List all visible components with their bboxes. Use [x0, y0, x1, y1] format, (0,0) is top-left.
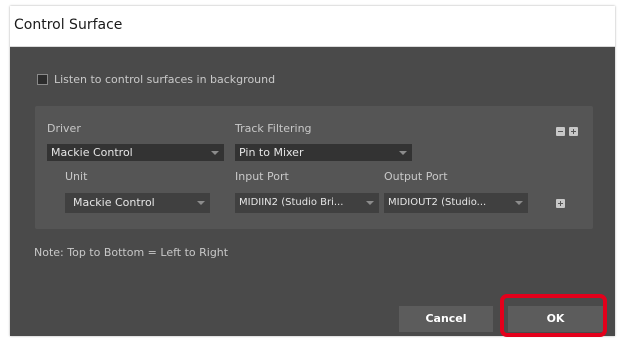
add-unit-icon[interactable] [556, 199, 565, 208]
surface-settings-panel: Driver Track Filtering Mackie Control Pi… [35, 106, 593, 229]
driver-select-value: Mackie Control [51, 146, 133, 159]
driver-label: Driver [47, 122, 81, 135]
background-listen-checkbox[interactable] [37, 73, 48, 85]
output-port-select[interactable]: MIDIOUT2 (Studio... [384, 193, 528, 213]
dialog-title: Control Surface [14, 17, 123, 33]
chevron-down-icon [366, 201, 374, 205]
chevron-down-icon [211, 151, 219, 155]
unit-select-value: Mackie Control [73, 196, 155, 209]
input-port-select[interactable]: MIDIIN2 (Studio Bri... [235, 193, 379, 213]
chevron-down-icon [515, 201, 523, 205]
background-listen-label: Listen to control surfaces in background [54, 72, 276, 86]
add-surface-icon[interactable] [569, 127, 578, 136]
track-filtering-label: Track Filtering [235, 122, 312, 135]
note-text: Note: Top to Bottom = Left to Right [34, 246, 229, 259]
chevron-down-icon [197, 201, 205, 205]
input-port-select-value: MIDIIN2 (Studio Bri... [239, 197, 344, 208]
ok-highlight-annotation [500, 294, 607, 337]
track-filtering-select-value: Pin to Mixer [239, 146, 304, 159]
cancel-button[interactable]: Cancel [399, 306, 493, 332]
remove-surface-icon[interactable] [556, 127, 565, 136]
track-filtering-select[interactable]: Pin to Mixer [235, 144, 412, 161]
driver-select[interactable]: Mackie Control [47, 144, 224, 161]
title-bar: Control Surface [10, 6, 615, 47]
input-port-label: Input Port [235, 170, 289, 183]
control-surface-dialog: Control Surface Listen to control surfac… [10, 6, 615, 337]
background-listen-option[interactable]: Listen to control surfaces in background [37, 71, 275, 87]
unit-select[interactable]: Mackie Control [65, 193, 210, 213]
chevron-down-icon [399, 151, 407, 155]
output-port-label: Output Port [384, 170, 448, 183]
output-port-select-value: MIDIOUT2 (Studio... [388, 197, 487, 208]
unit-label: Unit [65, 170, 88, 183]
